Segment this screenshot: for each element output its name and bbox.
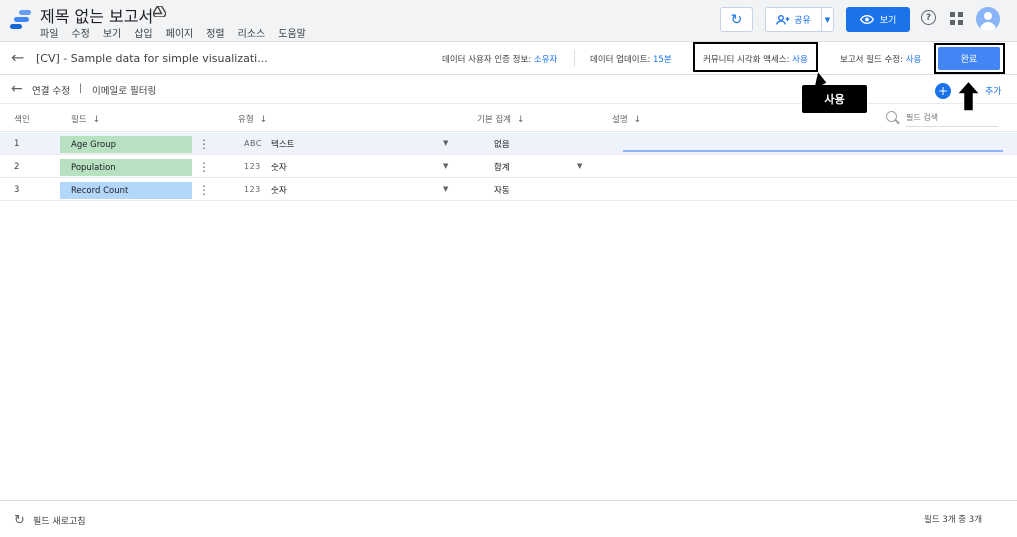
aggregation-value: 자동 (494, 186, 510, 196)
refresh-icon: ↻ (730, 11, 743, 28)
header-type-label: 유형 (238, 115, 254, 125)
filter-by-email-link[interactable]: 이메일로 필터링 (92, 83, 156, 97)
refresh-fields-button[interactable]: 필드 새로고침 (33, 514, 86, 527)
type-code: 123 (244, 162, 261, 171)
type-name[interactable]: 숫자 (271, 184, 287, 196)
toolbar-separator: | (79, 83, 83, 94)
caret-down-icon: ▼ (824, 15, 831, 24)
highlight-box-community-viz (693, 42, 818, 72)
looker-studio-logo-icon[interactable] (10, 9, 32, 31)
header-type[interactable]: 유형 ↓ (238, 113, 267, 125)
field-footer: ↻ 필드 새로고침 필드 3개 중 3개 (0, 500, 1017, 537)
sort-arrow-icon[interactable]: ↓ (634, 115, 642, 125)
header-aggregation[interactable]: 기본 집계 ↓ (477, 113, 525, 125)
menu-bar: 파일 수정 보기 삽입 페이지 정렬 리소스 도움말 (40, 25, 319, 40)
add-field-label[interactable]: 추가 (985, 84, 1002, 97)
more-vert-icon[interactable]: ⋮ (198, 159, 210, 175)
field-search-input[interactable] (906, 109, 998, 127)
help-icon[interactable]: ? (921, 10, 936, 25)
datasource-name: [CV] - Sample data for simple visualizat… (36, 52, 268, 65)
table-row[interactable]: 2 Population ⋮ 123 숫자 ▼ 합계 ▼ (0, 156, 1017, 178)
row-index: 3 (14, 185, 20, 195)
add-person-icon (776, 14, 790, 25)
sort-arrow-icon[interactable]: ↓ (93, 115, 101, 125)
share-label: 공유 (794, 16, 811, 26)
aggregation-dropdown-icon[interactable]: ▼ (577, 162, 582, 170)
more-vert-icon[interactable]: ⋮ (198, 136, 210, 152)
type-name[interactable]: 텍스트 (271, 138, 294, 150)
menu-view[interactable]: 보기 (103, 25, 121, 40)
header-field-label: 필드 (71, 115, 87, 125)
sort-arrow-icon[interactable]: ↓ (260, 115, 268, 125)
freshness-value[interactable]: 15분 (653, 55, 672, 65)
menu-insert[interactable]: 삽입 (134, 25, 152, 40)
type-code: 123 (244, 185, 261, 194)
field-chip[interactable]: Population (60, 159, 192, 176)
menu-help[interactable]: 도움말 (278, 25, 306, 40)
type-dropdown-icon[interactable]: ▼ (443, 185, 448, 193)
menu-file[interactable]: 파일 (40, 25, 58, 40)
apps-grid-icon[interactable] (950, 12, 963, 25)
field-chip[interactable]: Age Group (60, 136, 192, 153)
highlight-box-done (934, 43, 1005, 74)
edit-connection-link[interactable]: 연결 수정 (32, 83, 70, 97)
header-field[interactable]: 필드 ↓ (71, 113, 100, 125)
aggregation-value[interactable]: 합계 (494, 161, 510, 173)
share-button[interactable]: 공유 (765, 7, 821, 32)
type-code: ABC (244, 139, 262, 148)
credentials-value[interactable]: 소유자 (534, 55, 557, 65)
app-header: 제목 없는 보고서 파일 수정 보기 삽입 페이지 정렬 리소스 도움말 ↻ 공… (0, 0, 1017, 42)
report-title[interactable]: 제목 없는 보고서 (40, 3, 153, 27)
datasource-bar: ← [CV] - Sample data for simple visualiz… (0, 42, 1017, 75)
header-index: 색인 (14, 115, 30, 125)
add-field-plus-icon[interactable]: + (935, 83, 951, 99)
back-arrow-icon[interactable]: ← (11, 81, 23, 97)
field-count: 필드 3개 중 3개 (924, 515, 983, 525)
view-label: 보기 (879, 16, 897, 26)
row-index: 2 (14, 162, 20, 172)
sort-arrow-icon[interactable]: ↓ (517, 115, 525, 125)
credentials-label: 데이터 사용자 인증 정보: (442, 55, 532, 65)
menu-resource[interactable]: 리소스 (238, 25, 266, 40)
row-index: 1 (14, 139, 20, 149)
field-edit-value[interactable]: 사용 (906, 55, 922, 65)
divider (574, 50, 575, 67)
search-icon (886, 111, 897, 122)
back-arrow-icon[interactable]: ← (11, 48, 24, 67)
more-vert-icon[interactable]: ⋮ (198, 182, 210, 198)
aggregation-value[interactable]: 없음 (494, 138, 510, 150)
menu-page[interactable]: 페이지 (166, 25, 194, 40)
type-dropdown-icon[interactable]: ▼ (443, 139, 448, 147)
menu-edit[interactable]: 수정 (71, 25, 89, 40)
report-field-edit-info[interactable]: 보고서 필드 수정: 사용 (840, 53, 921, 65)
freshness-label: 데이터 업데이트: (590, 55, 651, 65)
view-button[interactable]: 보기 (846, 7, 910, 32)
field-chip[interactable]: Record Count (60, 182, 192, 199)
table-row[interactable]: 3 Record Count ⋮ 123 숫자 ▼ 자동 (0, 179, 1017, 201)
data-freshness-info[interactable]: 데이터 업데이트: 15분 (590, 53, 672, 65)
refresh-icon[interactable]: ↻ (14, 513, 25, 528)
avatar[interactable] (976, 7, 1000, 31)
header-description-label: 설명 (612, 115, 628, 125)
type-dropdown-icon[interactable]: ▼ (443, 162, 448, 170)
drive-icon[interactable] (152, 5, 167, 21)
type-name[interactable]: 숫자 (271, 161, 287, 173)
refresh-data-button[interactable]: ↻ (720, 7, 753, 32)
field-edit-label: 보고서 필드 수정: (840, 55, 904, 65)
menu-arrange[interactable]: 정렬 (206, 25, 224, 40)
table-header: 색인 필드 ↓ 유형 ↓ 기본 집계 ↓ 설명 ↓ (0, 105, 1017, 132)
credentials-info[interactable]: 데이터 사용자 인증 정보: 소유자 (442, 53, 557, 65)
eye-icon (859, 15, 874, 24)
header-description[interactable]: 설명 ↓ (612, 113, 641, 125)
description-input-focus-line[interactable] (623, 150, 1003, 152)
share-dropdown-button[interactable]: ▼ (821, 7, 834, 32)
header-aggregation-label: 기본 집계 (477, 115, 511, 125)
